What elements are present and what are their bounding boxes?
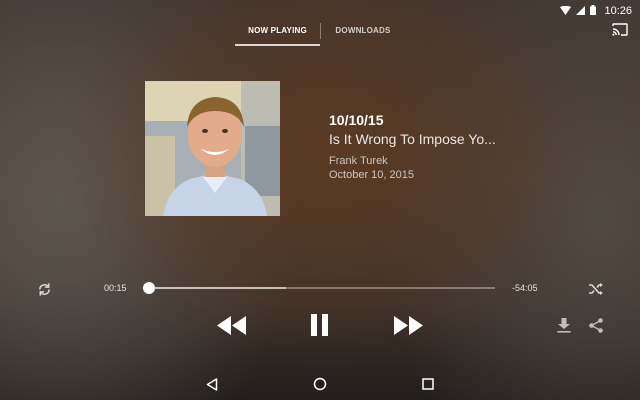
tab-downloads[interactable]: DOWNLOADS: [322, 22, 404, 44]
elapsed-time: 00:15: [104, 283, 127, 293]
fast-forward-icon[interactable]: [393, 314, 423, 336]
status-time: 10:26: [604, 5, 632, 17]
podcast-artwork: [145, 81, 280, 216]
tab-divider: [320, 23, 321, 39]
seek-thumb[interactable]: [143, 282, 155, 294]
navigation-bar: [0, 368, 640, 400]
wifi-icon: [560, 2, 572, 20]
cell-signal-icon: [576, 2, 586, 20]
home-icon[interactable]: [311, 375, 329, 393]
seek-bar[interactable]: [147, 287, 495, 289]
battery-icon: [590, 2, 597, 20]
episode-date: 10/10/15: [329, 112, 384, 128]
status-bar: 10:26: [0, 0, 640, 17]
episode-published-date: October 10, 2015: [329, 169, 415, 181]
repeat-icon[interactable]: [35, 280, 53, 298]
share-icon[interactable]: [587, 316, 605, 334]
back-icon[interactable]: [203, 376, 221, 392]
tab-now-playing[interactable]: NOW PLAYING: [235, 22, 320, 46]
rewind-icon[interactable]: [216, 314, 246, 336]
download-icon[interactable]: [555, 316, 573, 334]
episode-author: Frank Turek: [329, 155, 388, 167]
shuffle-icon[interactable]: [587, 280, 605, 298]
seek-buffered: [147, 287, 286, 289]
cast-icon[interactable]: [612, 23, 628, 36]
status-icons: 10:26: [560, 2, 632, 20]
episode-title: Is It Wrong To Impose Yo...: [329, 131, 496, 147]
pause-icon[interactable]: [307, 313, 333, 337]
recents-icon[interactable]: [419, 375, 437, 393]
remaining-time: -54:05: [512, 283, 538, 293]
episode-info: 10/10/15 Is It Wrong To Impose Yo... Fra…: [329, 112, 496, 181]
